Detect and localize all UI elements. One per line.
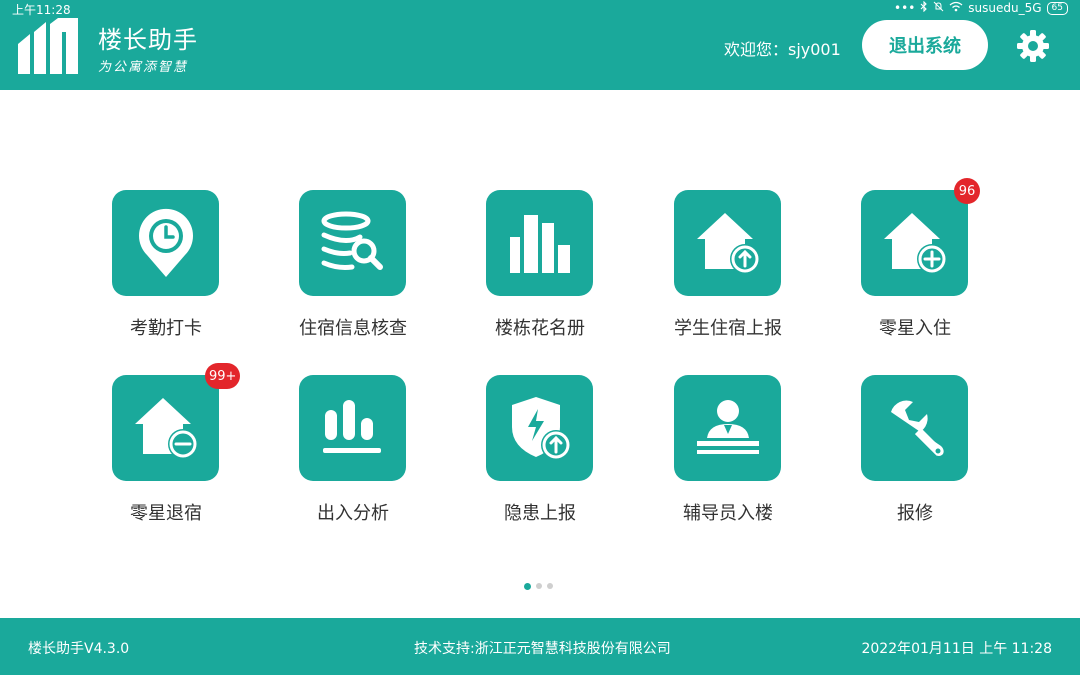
datetime-text: 2022年01月11日 上午 11:28 [861, 641, 1052, 657]
app-footer: 楼长助手V4.3.0 技术支持:浙江正元智慧科技股份有限公司 2022年01月1… [0, 618, 1080, 675]
house-upload-icon [696, 213, 760, 274]
tile-label: 楼栋花名册 [495, 318, 585, 339]
welcome-text: 欢迎您：sjy001 [724, 40, 841, 59]
tile-label: 学生住宿上报 [674, 318, 782, 339]
tile-icon-box [861, 375, 968, 481]
gear-icon[interactable] [1016, 29, 1050, 63]
stats-icon [322, 400, 381, 453]
tile-label: 零星入住 [879, 318, 951, 339]
tile-repair[interactable]: 报修 [830, 375, 970, 535]
tile-occasional-checkout[interactable]: 99+ 零星退宿 [81, 363, 241, 535]
wrench-icon [890, 400, 944, 456]
logout-button[interactable]: 退出系统 [862, 20, 988, 70]
battery-icon: 65 [1046, 1, 1068, 15]
mute-icon [933, 1, 944, 15]
status-bar: 上午11:28 ••• susuedu_5G 65 [0, 0, 1080, 17]
app-logo-icon [18, 18, 78, 74]
tile-label: 报修 [897, 503, 933, 524]
tile-label: 住宿信息核查 [299, 318, 407, 339]
tile-icon-box [674, 375, 781, 481]
tile-building-roster[interactable]: 楼栋花名册 [455, 190, 595, 350]
tile-label: 考勤打卡 [130, 318, 202, 339]
tile-hazard-report[interactable]: 隐患上报 [455, 375, 595, 535]
tile-icon-box [486, 190, 593, 296]
tile-icon-box [299, 375, 406, 481]
tile-label: 出入分析 [317, 503, 389, 524]
tile-icon-box [486, 375, 593, 481]
tile-entry-analysis[interactable]: 出入分析 [268, 375, 408, 535]
page-dot[interactable] [547, 583, 553, 589]
bar-chart-icon [509, 215, 570, 273]
wifi-icon [949, 1, 963, 15]
support-text: 技术支持:浙江正元智慧科技股份有限公司 [414, 641, 671, 657]
tile-icon-box [112, 190, 219, 296]
app-header: 上午11:28 ••• susuedu_5G 65 楼长助手 为公寓添智慧 欢迎… [0, 0, 1080, 90]
house-plus-icon [883, 213, 947, 274]
tile-occasional-checkin[interactable]: 96 零星入住 [830, 178, 980, 350]
clock-pin-icon [138, 208, 193, 277]
tile-icon-box [112, 375, 219, 481]
page-dot-active[interactable] [524, 583, 531, 590]
tile-label: 辅导员入楼 [683, 503, 773, 524]
version-text: 楼长助手V4.3.0 [28, 641, 130, 657]
bluetooth-icon [920, 0, 928, 15]
notification-badge: 99+ [205, 363, 241, 389]
tile-icon-box [299, 190, 406, 296]
counselor-icon [696, 400, 759, 454]
tile-label: 零星退宿 [130, 503, 202, 524]
more-dots-icon: ••• [894, 1, 916, 15]
tile-label: 隐患上报 [504, 503, 576, 524]
tile-icon-box [861, 190, 968, 296]
tile-student-report[interactable]: 学生住宿上报 [643, 190, 783, 350]
shield-upload-icon [511, 397, 571, 460]
page-indicator [524, 583, 553, 590]
tile-counselor-entry[interactable]: 辅导员入楼 [643, 375, 783, 535]
app-title: 楼长助手 [98, 26, 198, 54]
tile-attendance[interactable]: 考勤打卡 [81, 190, 221, 350]
page-dot[interactable] [536, 583, 542, 589]
wifi-name: susuedu_5G [968, 1, 1042, 15]
tile-accommodation-check[interactable]: 住宿信息核查 [268, 190, 408, 350]
tile-icon-box [674, 190, 781, 296]
database-search-icon [321, 211, 383, 270]
notification-badge: 96 [954, 178, 980, 204]
app-slogan: 为公寓添智慧 [98, 60, 189, 75]
house-minus-icon [134, 398, 198, 459]
status-time: 上午11:28 [12, 3, 71, 17]
status-right: ••• susuedu_5G 65 [894, 0, 1068, 15]
